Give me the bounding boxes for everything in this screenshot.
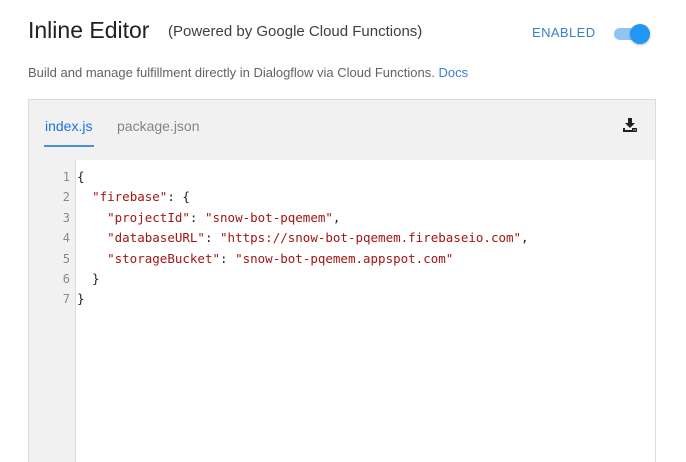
- line-number: 4: [62, 231, 70, 246]
- page-subtitle: (Powered by Google Cloud Functions): [168, 23, 423, 40]
- docs-link[interactable]: Docs: [438, 65, 468, 80]
- line-number: 7: [62, 292, 70, 307]
- line-numbers: 1 2 3 4 5 6 7: [63, 167, 70, 310]
- toggle-knob: [630, 24, 650, 44]
- page-title: Inline Editor: [28, 17, 150, 43]
- code-line: "firebase": {: [92, 189, 190, 205]
- enable-toggle[interactable]: [614, 24, 650, 44]
- code-line: {: [77, 169, 85, 184]
- active-tab-indicator: [44, 145, 94, 147]
- editor-tabbar: index.js package.json: [29, 100, 655, 160]
- code-line: "databaseURL": "https://snow-bot-pqemem.…: [107, 230, 529, 246]
- description: Build and manage fulfillment directly in…: [28, 65, 468, 80]
- tab-index-js[interactable]: index.js: [45, 118, 92, 134]
- code-line: "storageBucket": "snow-bot-pqemem.appspo…: [107, 250, 454, 266]
- line-number-gutter: 1 2 3 4 5 6 7: [29, 160, 76, 462]
- code-line: }: [77, 270, 100, 286]
- line-number: 3: [62, 210, 70, 225]
- line-number: 1: [62, 170, 70, 184]
- description-text: Build and manage fulfillment directly in…: [28, 65, 435, 80]
- line-number: 6: [62, 271, 70, 286]
- status-label: ENABLED: [532, 25, 596, 40]
- code-line: "projectId": "snow-bot-pqemem",: [107, 209, 341, 225]
- header: Inline Editor (Powered by Google Cloud F…: [28, 14, 656, 50]
- download-icon[interactable]: [621, 116, 639, 134]
- tab-package-json[interactable]: package.json: [117, 118, 200, 134]
- code-editor: index.js package.json 1 2 3 4 5 6 7 {"f…: [28, 99, 656, 462]
- code-area[interactable]: 1 2 3 4 5 6 7 { "firebase": { "projectId…: [29, 160, 655, 462]
- line-number: 2: [62, 190, 70, 205]
- line-number: 5: [62, 251, 70, 266]
- inline-editor-page: Inline Editor (Powered by Google Cloud F…: [0, 0, 686, 462]
- code-line: }: [77, 291, 85, 307]
- code-content[interactable]: { "firebase": { "projectId": "snow-bot-p…: [77, 167, 529, 310]
